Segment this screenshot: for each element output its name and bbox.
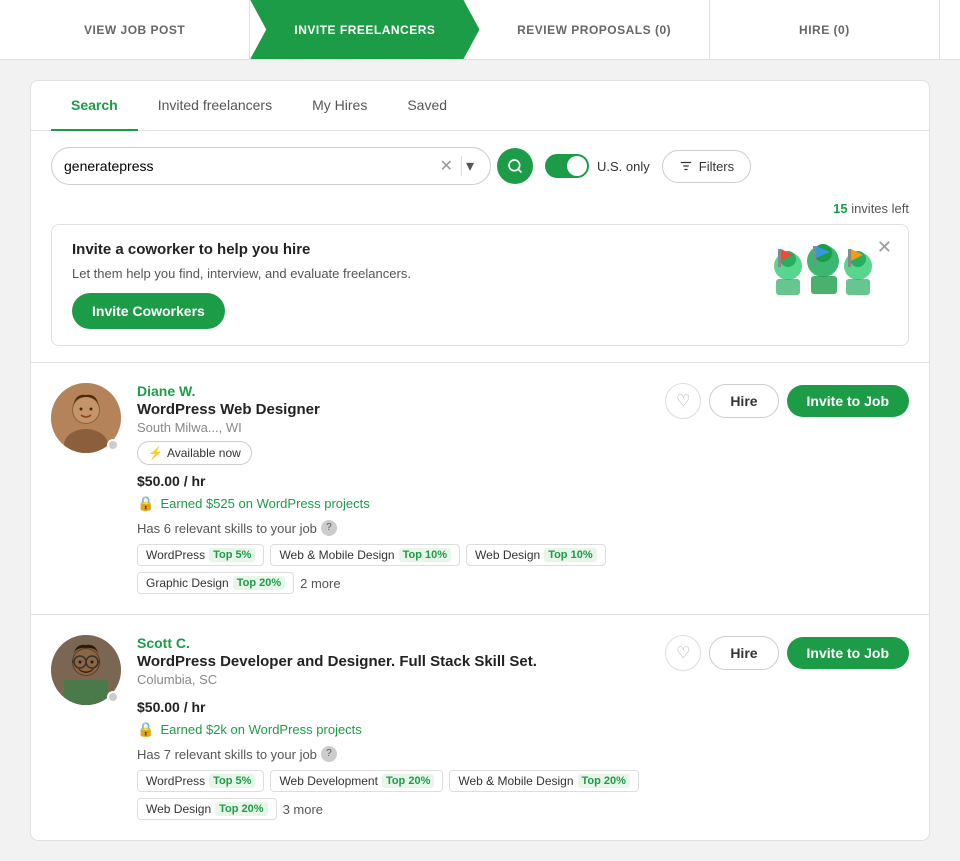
invite-job-button-diane[interactable]: Invite to Job [787,385,909,417]
action-row-diane: ♡ Hire Invite to Job [665,383,909,419]
card-actions-scott: ♡ Hire Invite to Job [665,635,909,671]
nav-step-invite-freelancers[interactable]: INVITE FREELANCERS [250,0,479,59]
card-actions-diane: ♡ Hire Invite to Job [665,383,909,419]
avatar-wrap-scott [51,635,121,705]
skill-tag: Web Design Top 20% [137,798,277,820]
freelancer-title-diane: WordPress Web Designer [137,401,649,418]
briefcase-icon-scott: 🔒 [137,721,154,738]
skill-tag: WordPress Top 5% [137,544,264,566]
freelancer-location-scott: Columbia, SC [137,672,649,687]
more-skills-diane[interactable]: 2 more [300,576,340,591]
tab-invited-freelancers[interactable]: Invited freelancers [138,81,292,131]
skill-tag: Web Design Top 10% [466,544,606,566]
search-dropdown-icon[interactable]: ▾ [461,156,478,176]
skills-tags-scott: WordPress Top 5% Web Development Top 20%… [137,770,649,820]
save-button-diane[interactable]: ♡ [665,383,701,419]
search-submit-button[interactable] [497,148,533,184]
hire-button-scott[interactable]: Hire [709,636,778,670]
skill-tag: Web & Mobile Design Top 20% [449,770,639,792]
invite-banner-illustration [758,241,888,333]
freelancer-card-diane: Diane W. WordPress Web Designer South Mi… [31,362,929,614]
tab-search[interactable]: Search [51,81,138,131]
briefcase-icon: 🔒 [137,495,154,512]
avatar-online-indicator [107,439,119,451]
top-navigation: VIEW JOB POST INVITE FREELANCERS REVIEW … [0,0,960,60]
freelancer-rate-diane: $50.00 / hr [137,473,649,489]
avatar-wrap-diane [51,383,121,453]
search-input-wrapper: ✕ ▾ [51,147,491,185]
skills-tags-diane: WordPress Top 5% Web & Mobile Design Top… [137,544,649,594]
freelancer-card-scott: Scott C. WordPress Developer and Designe… [31,614,929,840]
action-row-scott: ♡ Hire Invite to Job [665,635,909,671]
help-icon[interactable]: ? [321,520,337,536]
available-badge-diane[interactable]: ⚡ Available now [137,441,252,465]
search-area: ✕ ▾ U.S. only Filters [31,131,929,201]
freelancer-title-scott: WordPress Developer and Designer. Full S… [137,653,649,670]
tabs-bar: Search Invited freelancers My Hires Save… [31,81,929,131]
skill-tag: Graphic Design Top 20% [137,572,294,594]
earnings-diane[interactable]: 🔒 Earned $525 on WordPress projects [137,495,649,512]
invite-coworkers-button[interactable]: Invite Coworkers [72,293,225,329]
nav-step-hire[interactable]: HIRE (0) [710,0,940,59]
invites-count: 15 invites left [31,201,929,224]
invite-coworker-banner: Invite a coworker to help you hire Let t… [51,224,909,346]
save-button-scott[interactable]: ♡ [665,635,701,671]
freelancer-name-diane[interactable]: Diane W. [137,383,649,399]
main-container: Search Invited freelancers My Hires Save… [30,80,930,841]
freelancer-name-scott[interactable]: Scott C. [137,635,649,651]
nav-step-review-proposals[interactable]: REVIEW PROPOSALS (0) [480,0,710,59]
invite-job-button-scott[interactable]: Invite to Job [787,637,909,669]
filters-button[interactable]: Filters [662,150,751,183]
freelancer-info-scott: Scott C. WordPress Developer and Designe… [137,635,649,820]
help-icon-scott[interactable]: ? [321,746,337,762]
skill-tag: Web & Mobile Design Top 10% [270,544,460,566]
clear-icon[interactable]: ✕ [440,156,453,176]
freelancer-info-diane: Diane W. WordPress Web Designer South Mi… [137,383,649,594]
search-input[interactable] [64,158,440,174]
us-only-toggle-wrap: U.S. only [545,154,650,178]
skill-tag: Web Development Top 20% [270,770,443,792]
skills-summary-diane: Has 6 relevant skills to your job ? [137,520,649,536]
nav-step-view-job-post[interactable]: VIEW JOB POST [20,0,250,59]
us-only-toggle[interactable] [545,154,589,178]
freelancer-rate-scott: $50.00 / hr [137,699,649,715]
skill-tag: WordPress Top 5% [137,770,264,792]
tab-saved[interactable]: Saved [387,81,467,131]
filters-label: Filters [699,159,734,174]
earnings-scott[interactable]: 🔒 Earned $2k on WordPress projects [137,721,649,738]
freelancer-location-diane: South Milwa..., WI [137,420,649,435]
avatar-online-indicator-scott [107,691,119,703]
tab-my-hires[interactable]: My Hires [292,81,387,131]
more-skills-scott[interactable]: 3 more [283,802,323,817]
hire-button-diane[interactable]: Hire [709,384,778,418]
zap-icon: ⚡ [148,446,163,460]
skills-summary-scott: Has 7 relevant skills to your job ? [137,746,649,762]
us-only-label: U.S. only [597,159,650,174]
